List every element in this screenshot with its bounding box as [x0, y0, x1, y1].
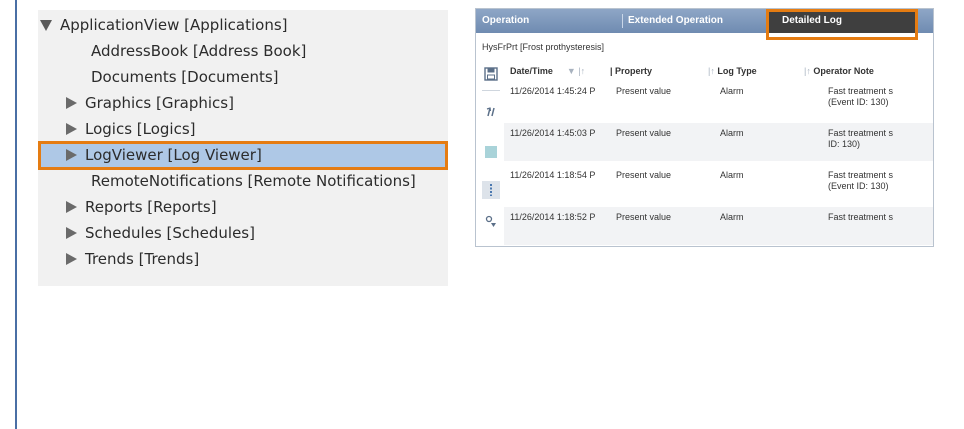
- tree-item-addressbook[interactable]: AddressBook [Address Book]: [91, 38, 306, 64]
- table-row[interactable]: 11/26/2014 1:18:52 P Present value Alarm…: [504, 207, 933, 245]
- tree-item-logviewer[interactable]: LogViewer [Log Viewer]: [38, 142, 448, 168]
- tab-detailed-log[interactable]: Detailed Log: [768, 9, 916, 33]
- cell-datetime: 11/26/2014 1:45:24 P: [510, 86, 596, 96]
- cell-datetime: 11/26/2014 1:45:03 P: [510, 128, 596, 138]
- log-viewer-window: Operation Extended Operation Detailed Lo…: [475, 8, 934, 247]
- tree-item-label: Logics [Logics]: [85, 120, 196, 138]
- stop-icon[interactable]: [482, 143, 500, 161]
- tree-item-documents[interactable]: Documents [Documents]: [91, 64, 279, 90]
- columns-icon[interactable]: [482, 181, 500, 199]
- toolbar-divider: [482, 90, 500, 91]
- cell-log-type: Alarm: [720, 212, 744, 222]
- tree-root-label: ApplicationView [Applications]: [60, 16, 288, 34]
- cell-property: Present value: [616, 212, 672, 222]
- expand-arrow-down-icon[interactable]: [40, 19, 52, 31]
- tree-item-label: Reports [Reports]: [85, 198, 217, 216]
- column-header-datetime[interactable]: Date/Time ▼ |↑: [510, 61, 585, 81]
- tree-item-label: RemoteNotifications [Remote Notification…: [91, 172, 416, 190]
- cell-log-type: Alarm: [720, 170, 744, 180]
- cell-operator-note: Fast treatment s: [828, 212, 894, 222]
- cell-property: Present value: [616, 170, 672, 180]
- tree-panel: ApplicationView [Applications] AddressBo…: [38, 10, 448, 286]
- tree-item-graphics[interactable]: Graphics [Graphics]: [66, 90, 234, 116]
- tree-item-label: Schedules [Schedules]: [85, 224, 255, 242]
- column-header-log-type[interactable]: |↑ Log Type: [708, 61, 757, 81]
- cell-property: Present value: [616, 86, 672, 96]
- tab-extended-operation[interactable]: Extended Operation: [628, 9, 723, 33]
- tab-separator: [622, 14, 623, 28]
- grid-header: Date/Time ▼ |↑ | Property |↑ Log Type |↑ …: [504, 61, 933, 81]
- tree-item-label: Graphics [Graphics]: [85, 94, 234, 112]
- tree-item-reports[interactable]: Reports [Reports]: [66, 194, 217, 220]
- tree-item-label: LogViewer [Log Viewer]: [85, 146, 262, 164]
- left-border-line: [15, 0, 17, 429]
- tree-item-trends[interactable]: Trends [Trends]: [66, 246, 199, 272]
- cell-operator-note: Fast treatment s (Event ID: 130): [828, 170, 894, 191]
- cell-log-type: Alarm: [720, 86, 744, 96]
- expand-arrow-right-icon[interactable]: [66, 149, 77, 161]
- expand-arrow-right-icon[interactable]: [66, 227, 77, 239]
- tree-item-label: AddressBook [Address Book]: [91, 42, 307, 60]
- refresh-icon[interactable]: [482, 103, 500, 121]
- expand-arrow-right-icon[interactable]: [66, 123, 77, 135]
- tree-item-schedules[interactable]: Schedules [Schedules]: [66, 220, 255, 246]
- cell-datetime: 11/26/2014 1:18:52 P: [510, 212, 596, 222]
- cell-operator-note: Fast treatment s (Event ID: 130): [828, 86, 894, 107]
- table-row[interactable]: 11/26/2014 1:18:54 P Present value Alarm…: [504, 165, 933, 203]
- table-row[interactable]: 11/26/2014 1:45:24 P Present value Alarm…: [504, 81, 933, 119]
- cell-operator-note: Fast treatment s ID: 130): [828, 128, 894, 149]
- expand-arrow-right-icon[interactable]: [66, 253, 77, 265]
- column-header-operator-note[interactable]: |↑ Operator Note: [804, 61, 874, 81]
- cell-property: Present value: [616, 128, 672, 138]
- tree-item-remote-notifications[interactable]: RemoteNotifications [Remote Notification…: [91, 168, 416, 194]
- log-grid: Date/Time ▼ |↑ | Property |↑ Log Type |↑ …: [504, 61, 933, 246]
- filter-icon[interactable]: [482, 213, 500, 231]
- column-header-property[interactable]: | Property: [610, 61, 652, 81]
- cell-datetime: 11/26/2014 1:18:54 P: [510, 170, 596, 180]
- cell-log-type: Alarm: [720, 128, 744, 138]
- expand-arrow-right-icon[interactable]: [66, 201, 77, 213]
- object-path-label: HysFrPrt [Frost prothysteresis]: [482, 42, 605, 52]
- tree-item-label: Trends [Trends]: [85, 250, 200, 268]
- save-icon[interactable]: [482, 65, 500, 83]
- tab-operation[interactable]: Operation: [482, 9, 529, 33]
- log-toolbar: [480, 61, 502, 246]
- tab-bar: Operation Extended Operation Detailed Lo…: [476, 9, 933, 33]
- expand-arrow-right-icon[interactable]: [66, 97, 77, 109]
- tree-item-label: Documents [Documents]: [91, 68, 279, 86]
- tree-item-logics[interactable]: Logics [Logics]: [66, 116, 196, 142]
- table-row[interactable]: 11/26/2014 1:45:03 P Present value Alarm…: [504, 123, 933, 161]
- tree-root-application-view[interactable]: ApplicationView [Applications]: [40, 12, 288, 38]
